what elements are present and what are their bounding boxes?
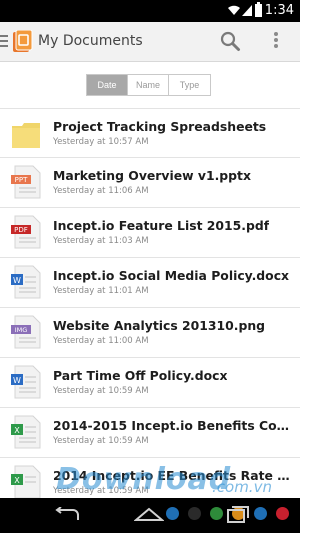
file-list-item[interactable]: Project Tracking Spreadsheets Yesterday … [0, 108, 300, 158]
file-list-item[interactable]: PPT Marketing Overview v1.pptx Yesterday… [0, 158, 300, 208]
svg-text:X: X [14, 476, 20, 485]
sort-control: Date Name Type [86, 74, 211, 96]
svg-text:W: W [13, 376, 21, 385]
sort-tab-name[interactable]: Name [128, 75, 169, 95]
navigation-bar [0, 498, 300, 533]
file-name: Part Time Off Policy.docx [53, 368, 228, 383]
svg-text:IMG: IMG [15, 326, 28, 334]
file-date: Yesterday at 10:59 AM [53, 436, 149, 446]
file-date: Yesterday at 10:57 AM [53, 137, 149, 147]
home-icon[interactable] [134, 505, 164, 523]
file-name: Incept.io Social Media Policy.docx [53, 268, 290, 283]
file-date: Yesterday at 10:59 AM [53, 486, 149, 496]
folder-icon [12, 123, 40, 148]
file-list-item[interactable]: PDF Incept.io Feature List 2015.pdf Yest… [0, 208, 300, 258]
sort-tab-date[interactable]: Date [87, 75, 128, 95]
search-icon[interactable] [219, 30, 241, 52]
signal-icon [242, 5, 252, 16]
battery-icon [255, 2, 262, 17]
file-date: Yesterday at 11:06 AM [53, 186, 149, 196]
file-name: Project Tracking Spreadsheets [53, 119, 267, 134]
file-list: Project Tracking Spreadsheets Yesterday … [0, 108, 300, 508]
svg-text:W: W [13, 276, 21, 285]
wifi-icon [228, 5, 240, 15]
file-list-item[interactable]: X 2014-2015 Incept.io Benefits Cost Comp… [0, 408, 300, 458]
documents-logo-icon[interactable] [11, 30, 33, 54]
file-date: Yesterday at 11:00 AM [53, 336, 149, 346]
status-time: 1:34 [264, 3, 294, 18]
image-file-icon: IMG [11, 315, 41, 349]
file-name: Incept.io Feature List 2015.pdf [53, 218, 270, 233]
file-date: Yesterday at 11:01 AM [53, 286, 149, 296]
watermark-dot [166, 507, 179, 520]
app-title: My Documents [38, 33, 143, 49]
watermark-dot [210, 507, 223, 520]
file-list-item[interactable]: W Incept.io Social Media Policy.docx Yes… [0, 258, 300, 308]
file-list-item[interactable]: W Part Time Off Policy.docx Yesterday at… [0, 358, 300, 408]
app-bar: My Documents [0, 22, 300, 62]
watermark-dot [188, 507, 201, 520]
file-date: Yesterday at 11:03 AM [53, 236, 149, 246]
file-name: Marketing Overview v1.pptx [53, 168, 251, 183]
recent-apps-icon[interactable] [226, 506, 250, 524]
status-bar: 1:34 [0, 0, 300, 22]
file-date: Yesterday at 10:59 AM [53, 386, 149, 396]
file-name: Website Analytics 201310.png [53, 318, 266, 333]
overflow-menu-icon[interactable] [272, 32, 280, 52]
svg-text:X: X [14, 426, 20, 435]
excel-file-icon: X [11, 465, 41, 499]
svg-text:PDF: PDF [14, 226, 28, 234]
file-name: 2014-2015 Incept.io Benefits Cost Comp… [53, 418, 293, 433]
excel-file-icon: X [11, 415, 41, 449]
menu-icon[interactable] [0, 35, 8, 47]
sort-tab-type[interactable]: Type [169, 75, 210, 95]
file-list-item[interactable]: IMG Website Analytics 201310.png Yesterd… [0, 308, 300, 358]
word-file-icon: W [11, 365, 41, 399]
file-name: 2014 Incept.io EE Benefits Rate Sheet.xl… [53, 468, 293, 483]
ppt-file-icon: PPT [11, 165, 41, 199]
svg-text:PPT: PPT [15, 176, 28, 184]
pdf-file-icon: PDF [11, 215, 41, 249]
word-file-icon: W [11, 265, 41, 299]
watermark-dot [276, 507, 289, 520]
back-icon[interactable] [52, 507, 82, 523]
watermark-dot [254, 507, 267, 520]
